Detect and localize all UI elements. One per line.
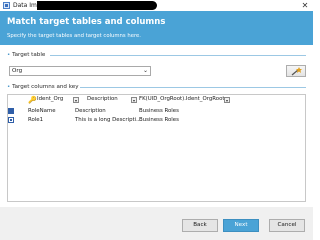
column-header-1: Ident_Org (37, 96, 64, 102)
pick-table-button[interactable] (286, 65, 306, 77)
target-table-select[interactable]: Org ⌄ (9, 66, 151, 76)
group-divider (50, 55, 306, 56)
redacted-area (37, 1, 157, 10)
table-row[interactable]: Role1 This is a long Descripti... Busine… (8, 116, 305, 125)
column-header-3: FK(UID_OrgRoot).Ident_OrgRoot (139, 96, 225, 102)
table-cell: Role1 (28, 117, 44, 123)
cancel-button[interactable]: Cancel (269, 219, 305, 232)
table-cell: Description (75, 108, 106, 114)
column-select-3[interactable] (224, 97, 230, 103)
target-table-value: Org (12, 68, 23, 74)
row-selected-icon (8, 117, 14, 123)
table-cell: Business Roles (139, 117, 179, 123)
target-columns-label: Target columns and key (12, 84, 79, 90)
wizard-header: Match target tables and columns Specify … (0, 11, 313, 45)
close-icon[interactable]: ✕ (299, 0, 311, 11)
table-cell: RoleName (28, 108, 56, 114)
wand-icon (291, 67, 302, 76)
row-type-icon (8, 108, 14, 114)
window-titlebar: Data Import ✕ (0, 0, 313, 11)
next-button[interactable]: Next (223, 219, 259, 232)
bullet-icon: • (7, 52, 11, 58)
key-icon: 🔑 (28, 96, 37, 104)
column-select-2[interactable] (131, 97, 137, 103)
column-select-1[interactable] (73, 97, 79, 103)
column-header-2: Description (87, 96, 118, 102)
table-cell: This is a long Descripti... (75, 117, 142, 123)
page-title: Match target tables and columns (7, 17, 166, 27)
target-columns-group-title: • Target columns and key (7, 84, 79, 90)
group-divider (80, 87, 306, 88)
back-button[interactable]: Back (182, 219, 218, 232)
column-mapping-grid: 🔑 Ident_Org Description FK(UID_OrgRoot).… (7, 94, 306, 202)
bullet-icon: • (7, 84, 11, 90)
table-row[interactable]: RoleName Description Business Roles (8, 107, 305, 116)
chevron-down-icon: ⌄ (142, 67, 148, 74)
table-cell: Business Roles (139, 108, 179, 114)
page-subtitle: Specify the target tables and target col… (7, 33, 141, 39)
app-icon (3, 2, 10, 9)
target-table-group-title: • Target table (7, 52, 45, 58)
target-table-label: Target table (12, 52, 46, 58)
wizard-footer: Back Next Cancel (0, 207, 313, 240)
